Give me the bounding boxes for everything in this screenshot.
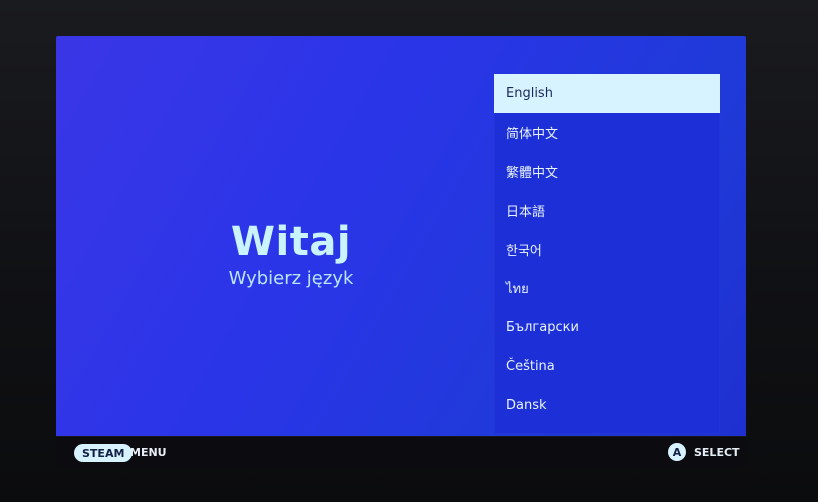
menu-hint-label: MENU xyxy=(130,446,167,459)
language-option-simplified-chinese[interactable]: 简体中文 xyxy=(494,113,720,152)
controller-hint-bar: STEAM MENU A SELECT xyxy=(56,436,746,467)
setup-screen: Witaj Wybierz język English 简体中文 繁體中文 日本… xyxy=(56,36,746,466)
welcome-subtitle: Wybierz język xyxy=(228,268,354,289)
language-option-traditional-chinese[interactable]: 繁體中文 xyxy=(494,152,720,191)
language-option-english[interactable]: English xyxy=(494,74,720,113)
select-hint-label: SELECT xyxy=(694,446,740,459)
welcome-title: Witaj xyxy=(230,219,352,265)
language-list: English 简体中文 繁體中文 日本語 한국어 ไทย Български … xyxy=(494,74,720,434)
steam-button-glyph[interactable]: STEAM xyxy=(74,444,133,462)
a-button-icon[interactable]: A xyxy=(668,443,686,461)
language-option-thai[interactable]: ไทย xyxy=(494,269,720,308)
language-option-czech[interactable]: Čeština xyxy=(494,347,720,386)
language-option-bulgarian[interactable]: Български xyxy=(494,308,720,347)
language-option-danish[interactable]: Dansk xyxy=(494,386,720,425)
welcome-block: Witaj Wybierz język xyxy=(206,220,376,290)
language-option-japanese[interactable]: 日本語 xyxy=(494,191,720,230)
language-option-korean[interactable]: 한국어 xyxy=(494,230,720,269)
